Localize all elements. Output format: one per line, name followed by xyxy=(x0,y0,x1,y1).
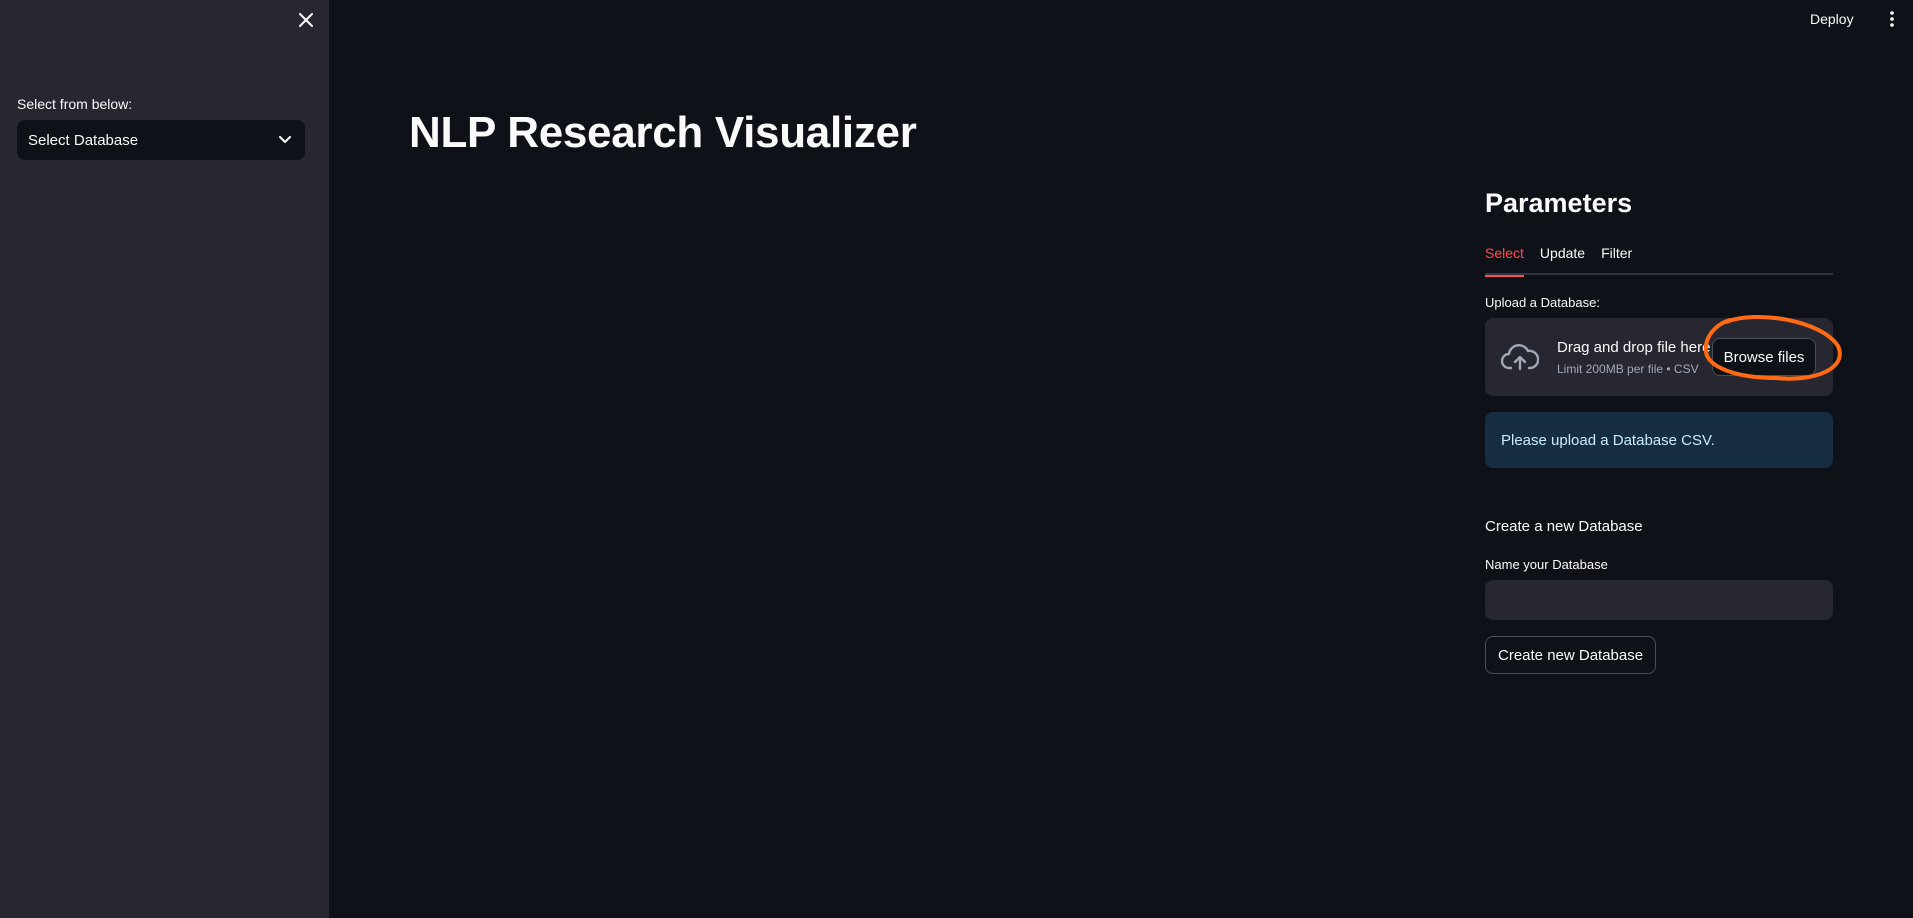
close-icon xyxy=(299,13,313,27)
close-sidebar-button[interactable] xyxy=(294,8,318,32)
database-name-input[interactable] xyxy=(1485,580,1833,620)
parameters-tabs: Select Update Filter xyxy=(1485,237,1833,277)
sidebar-select-label: Select from below: xyxy=(17,96,133,112)
database-select-value: Select Database xyxy=(28,131,139,149)
create-database-heading: Create a new Database xyxy=(1485,518,1643,535)
sidebar: Select from below: Select Database xyxy=(0,0,329,918)
browse-files-button[interactable]: Browse files xyxy=(1712,338,1816,376)
parameters-title: Parameters xyxy=(1485,188,1633,218)
cloud-upload-icon xyxy=(1501,338,1539,376)
upload-label: Upload a Database: xyxy=(1485,295,1600,310)
dropzone-limit: Limit 200MB per file • CSV xyxy=(1557,361,1699,376)
create-database-button[interactable]: Create new Database xyxy=(1485,636,1657,674)
tab-filter[interactable]: Filter xyxy=(1601,237,1632,275)
parameters-panel: Parameters Select Update Filter Upload a… xyxy=(1485,180,1842,674)
chevron-down-icon xyxy=(277,132,293,148)
database-name-label: Name your Database xyxy=(1485,557,1608,572)
tab-update[interactable]: Update xyxy=(1540,237,1585,275)
deploy-button[interactable]: Deploy xyxy=(1810,8,1854,30)
tab-select[interactable]: Select xyxy=(1485,237,1524,277)
upload-info-alert: Please upload a Database CSV. xyxy=(1485,412,1833,468)
main-menu-button[interactable] xyxy=(1880,7,1904,31)
dropzone-instructions: Drag and drop file here xyxy=(1557,338,1711,356)
file-dropzone[interactable]: Drag and drop file here Limit 200MB per … xyxy=(1485,315,1842,396)
database-select[interactable]: Select Database xyxy=(17,120,305,160)
vertical-ellipsis-icon xyxy=(1890,11,1894,27)
page-title: NLP Research Visualizer xyxy=(409,108,917,157)
dropzone-text: Drag and drop file here Limit 200MB per … xyxy=(1557,339,1710,376)
